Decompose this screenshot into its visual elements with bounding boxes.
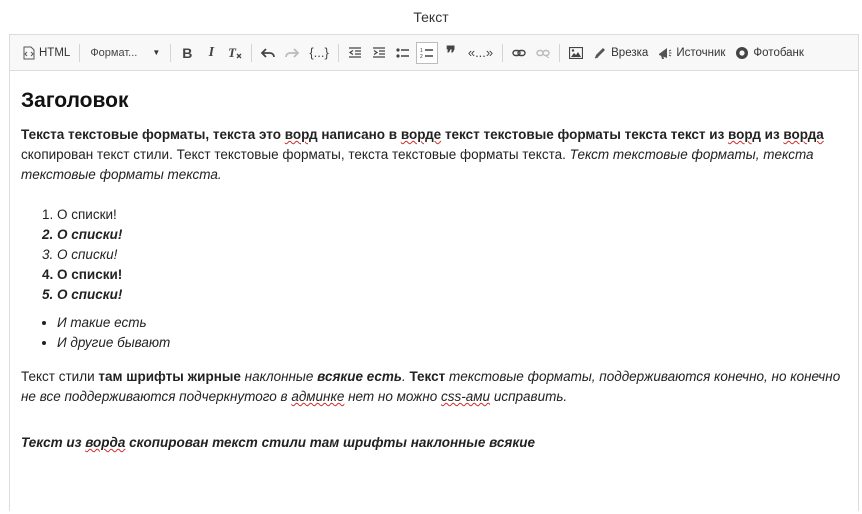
quotes-icon: «...» bbox=[467, 45, 494, 60]
redo-button[interactable] bbox=[281, 42, 303, 64]
p2-bold-italic-text: всякие есть bbox=[317, 369, 402, 384]
pen-icon bbox=[593, 46, 607, 60]
ordered-list: О списки! О списки! О списки! О списки! … bbox=[21, 205, 847, 305]
blockquote-icon: ❞ bbox=[446, 42, 456, 63]
html-source-button[interactable]: HTML bbox=[19, 42, 74, 64]
redo-icon bbox=[285, 47, 300, 59]
svg-text:T: T bbox=[228, 46, 237, 60]
p1-misspelled-word: ворд bbox=[284, 127, 318, 142]
p2-text: Текст стили bbox=[21, 369, 99, 384]
p1-misspelled-word: ворде bbox=[400, 127, 442, 142]
html-source-label: HTML bbox=[39, 46, 71, 59]
svg-text:2: 2 bbox=[420, 54, 423, 59]
p1-text: Текста текстовые форматы, текста это bbox=[21, 127, 285, 142]
unlink-icon bbox=[536, 48, 550, 58]
p2-misspelled-word: админке bbox=[291, 389, 345, 404]
remove-format-button[interactable]: T bbox=[224, 42, 246, 64]
bulleted-list-button[interactable] bbox=[392, 42, 414, 64]
toolbar-separator bbox=[559, 43, 561, 62]
p2-italic-text: нет но можно bbox=[344, 389, 442, 404]
outdent-button[interactable] bbox=[344, 42, 366, 64]
image-icon bbox=[569, 46, 584, 59]
p2-italic-text: наклонные bbox=[240, 369, 318, 384]
outdent-icon bbox=[348, 46, 362, 59]
editor-toolbar: HTML Формат... ▼ B I T {...} 1 2 ❞ «...»… bbox=[10, 35, 858, 71]
remove-format-icon: T bbox=[227, 46, 243, 60]
code-icon: {...} bbox=[309, 45, 329, 60]
bullet-list: И такие есть И другие бывают bbox=[21, 313, 847, 353]
p1-text: текст текстовые форматы текста текст из bbox=[441, 127, 729, 142]
undo-button[interactable] bbox=[257, 42, 279, 64]
indent-icon bbox=[372, 46, 386, 59]
photobank-button[interactable]: Фотобанк bbox=[731, 42, 808, 64]
paragraph-3: Текст из ворда скопирован текст стили та… bbox=[21, 433, 847, 453]
blockquote-button[interactable]: ❞ bbox=[440, 42, 462, 64]
toolbar-separator bbox=[170, 43, 172, 62]
p1-text: написано в bbox=[317, 127, 401, 142]
bold-button[interactable]: B bbox=[176, 42, 198, 64]
format-combo[interactable]: Формат... ▼ bbox=[86, 42, 164, 64]
editor-frame: HTML Формат... ▼ B I T {...} 1 2 ❞ «...»… bbox=[9, 34, 859, 511]
p3-text: Текст из bbox=[21, 435, 86, 450]
megaphone-icon bbox=[658, 46, 672, 60]
p1-text: из bbox=[760, 127, 784, 142]
list-item: О списки! bbox=[57, 225, 847, 245]
photobank-icon bbox=[735, 46, 749, 60]
link-icon bbox=[512, 48, 526, 58]
bulleted-list-icon bbox=[396, 47, 410, 59]
quotes-button[interactable]: «...» bbox=[464, 42, 497, 64]
p2-bold-text: Текст bbox=[409, 369, 446, 384]
p1-text: скопирован текст стили. Текст текстовые … bbox=[21, 147, 570, 162]
italic-button[interactable]: I bbox=[200, 42, 222, 64]
html-source-icon bbox=[23, 46, 35, 60]
indent-button[interactable] bbox=[368, 42, 390, 64]
list-item: О списки! bbox=[57, 265, 847, 285]
list-item: И такие есть bbox=[57, 313, 847, 333]
chevron-down-icon: ▼ bbox=[152, 48, 161, 57]
p2-italic-text: исправить. bbox=[490, 389, 568, 404]
dialog-title: Текст bbox=[413, 9, 449, 25]
undo-icon bbox=[261, 47, 276, 59]
numbered-list-icon: 12 bbox=[420, 47, 434, 59]
paragraph-2: Текст стили там шрифты жирные наклонные … bbox=[21, 367, 847, 407]
source-label: Источник bbox=[676, 46, 726, 59]
p1-misspelled-word: ворд bbox=[728, 127, 761, 142]
toolbar-separator bbox=[79, 43, 81, 62]
unlink-button[interactable] bbox=[532, 42, 554, 64]
source-button[interactable]: Источник bbox=[654, 42, 729, 64]
list-item: О списки! bbox=[57, 205, 847, 225]
code-button[interactable]: {...} bbox=[305, 42, 333, 64]
toolbar-separator bbox=[502, 43, 504, 62]
content-heading: Заголовок bbox=[21, 89, 129, 112]
p2-misspelled-word: css-ами bbox=[441, 389, 491, 404]
p1-misspelled-word: ворда bbox=[783, 127, 824, 142]
p2-bold-text: там шрифты жирные bbox=[98, 369, 241, 384]
p3-misspelled-word: ворда bbox=[85, 435, 126, 450]
editor-content[interactable]: Заголовок Текста текстовые форматы, текс… bbox=[10, 71, 858, 483]
link-button[interactable] bbox=[508, 42, 530, 64]
list-item: О списки! bbox=[57, 245, 847, 265]
list-item: О списки! bbox=[57, 285, 847, 305]
toolbar-separator bbox=[251, 43, 253, 62]
italic-icon: I bbox=[208, 44, 215, 60]
format-combo-value: Формат... bbox=[90, 46, 138, 59]
image-button[interactable] bbox=[565, 42, 587, 64]
paragraph-1: Текста текстовые форматы, текста это вор… bbox=[21, 125, 847, 185]
list-item: И другие бывают bbox=[57, 333, 847, 353]
p3-text: скопирован текст стили там шрифты наклон… bbox=[125, 435, 535, 450]
numbered-list-button[interactable]: 12 bbox=[415, 41, 438, 64]
inset-label: Врезка bbox=[611, 46, 649, 59]
photobank-label: Фотобанк bbox=[753, 46, 804, 59]
bold-icon: B bbox=[182, 44, 193, 61]
toolbar-separator bbox=[337, 43, 339, 62]
inset-button[interactable]: Врезка bbox=[589, 42, 652, 64]
